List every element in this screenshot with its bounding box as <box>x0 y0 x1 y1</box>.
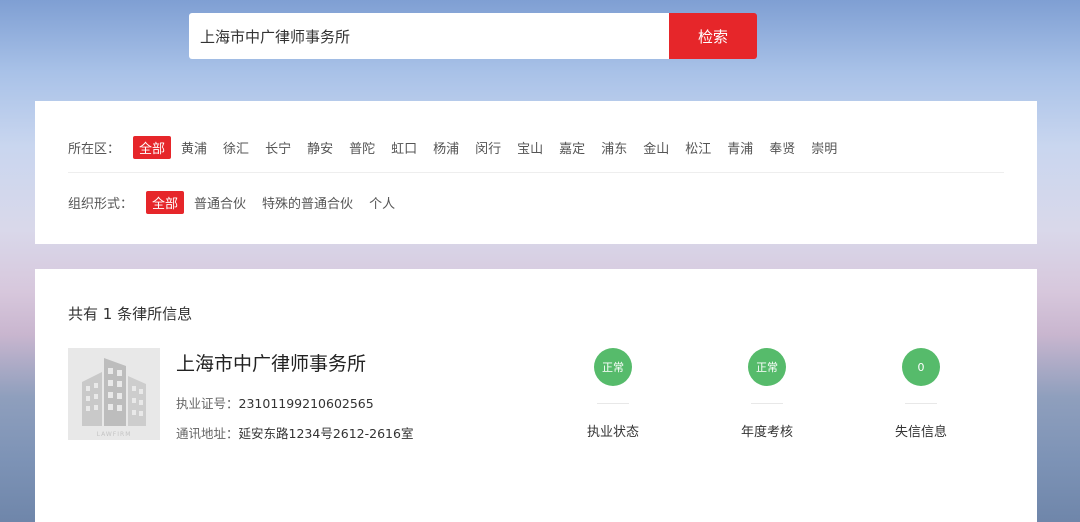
district-option-huangpu[interactable]: 黄浦 <box>175 136 213 159</box>
address-value: 延安东路1234号2612-2616室 <box>238 426 414 441</box>
org-form-option-special-partnership[interactable]: 特殊的普通合伙 <box>256 191 359 214</box>
license-label: 执业证号： <box>176 396 239 411</box>
org-form-filter-row: 组织形式： 全部 普通合伙 特殊的普通合伙 个人 <box>68 191 405 214</box>
district-option-pudong[interactable]: 浦东 <box>595 136 633 159</box>
district-filter-row: 所在区： 全部 黄浦 徐汇 长宁 静安 普陀 虹口 杨浦 闵行 宝山 嘉定 浦东… <box>68 136 847 159</box>
practice-status-label: 执业状态 <box>586 425 639 440</box>
search-bar: 检索 <box>189 13 757 59</box>
stat-divider <box>751 403 783 404</box>
district-option-chongming[interactable]: 崇明 <box>805 136 843 159</box>
district-option-xuhui[interactable]: 徐汇 <box>217 136 255 159</box>
results-panel: 共有 1 条律所信息 LAWFIRM 上海市中广律师事务所 执业证号：23101… <box>35 269 1037 522</box>
search-button[interactable]: 检索 <box>669 13 757 59</box>
dishonesty-count-badge: 0 <box>902 348 940 386</box>
result-count: 共有 1 条律所信息 <box>68 305 193 323</box>
search-input[interactable] <box>189 13 669 59</box>
district-filter-label: 所在区： <box>68 142 121 157</box>
address-label: 通讯地址： <box>176 426 239 441</box>
district-option-all[interactable]: 全部 <box>133 136 172 159</box>
district-option-hongkou[interactable]: 虹口 <box>385 136 423 159</box>
org-form-filter-label: 组织形式： <box>68 197 134 212</box>
stat-dishonesty-info: 0 失信信息 <box>866 348 976 440</box>
annual-review-label: 年度考核 <box>740 425 793 440</box>
filter-panel: 所在区： 全部 黄浦 徐汇 长宁 静安 普陀 虹口 杨浦 闵行 宝山 嘉定 浦东… <box>35 101 1037 244</box>
org-form-option-individual[interactable]: 个人 <box>363 191 401 214</box>
district-option-jingan[interactable]: 静安 <box>301 136 339 159</box>
district-option-changning[interactable]: 长宁 <box>259 136 297 159</box>
firm-license: 执业证号：23101199210602565 <box>176 393 374 412</box>
building-icon: LAWFIRM <box>82 358 146 438</box>
license-value: 23101199210602565 <box>238 396 374 411</box>
district-option-putuo[interactable]: 普陀 <box>343 136 381 159</box>
district-option-yangpu[interactable]: 杨浦 <box>427 136 465 159</box>
district-option-jinshan[interactable]: 金山 <box>637 136 675 159</box>
org-form-option-general-partnership[interactable]: 普通合伙 <box>188 191 252 214</box>
firm-thumbnail[interactable]: LAWFIRM <box>68 348 160 440</box>
filter-divider <box>68 172 1004 173</box>
annual-review-badge: 正常 <box>748 348 786 386</box>
district-option-minhang[interactable]: 闵行 <box>469 136 507 159</box>
district-option-qingpu[interactable]: 青浦 <box>721 136 759 159</box>
district-option-jiading[interactable]: 嘉定 <box>553 136 591 159</box>
stat-divider <box>905 403 937 404</box>
district-option-baoshan[interactable]: 宝山 <box>511 136 549 159</box>
dishonesty-info-label: 失信信息 <box>894 425 947 440</box>
firm-address: 通讯地址：延安东路1234号2612-2616室 <box>176 423 413 442</box>
thumb-caption: LAWFIRM <box>97 431 132 438</box>
firm-name-link[interactable]: 上海市中广律师事务所 <box>176 349 366 376</box>
practice-status-badge: 正常 <box>594 348 632 386</box>
district-option-songjiang[interactable]: 松江 <box>679 136 717 159</box>
org-form-option-all[interactable]: 全部 <box>146 191 185 214</box>
stat-practice-status: 正常 执业状态 <box>558 348 668 440</box>
district-option-fengxian[interactable]: 奉贤 <box>763 136 801 159</box>
stat-annual-review: 正常 年度考核 <box>712 348 822 440</box>
stat-divider <box>597 403 629 404</box>
